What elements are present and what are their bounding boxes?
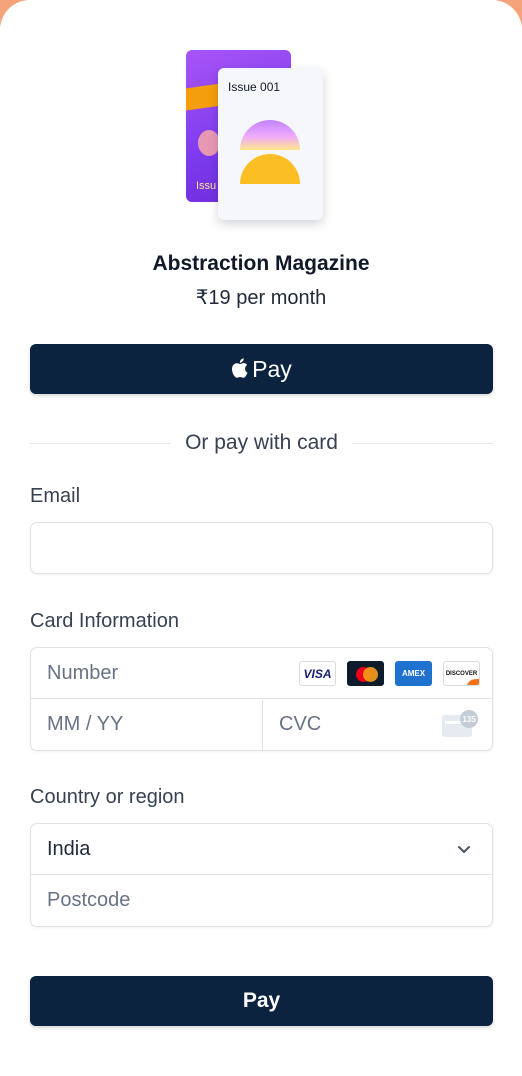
amex-icon: AMEX — [395, 661, 432, 686]
country-label: Country or region — [30, 786, 185, 808]
cvc-hint-badge: 135 — [460, 710, 478, 728]
card-information-label: Card Information — [30, 610, 179, 632]
postcode-field[interactable]: Postcode — [31, 876, 492, 927]
divider-line-left — [30, 442, 172, 444]
product-price: ₹19 per month — [195, 287, 327, 309]
discover-icon: DISCOVER — [443, 661, 480, 686]
front-cover: Issue 001 — [218, 68, 323, 220]
card-expiry-field[interactable]: MM / YY — [47, 713, 123, 736]
divider-text: Or pay with card — [185, 431, 338, 454]
card-cvc-field[interactable]: CVC — [279, 713, 321, 736]
checkout-sheet: Issu Issue 001 Abstraction Magazine ₹19 … — [0, 0, 522, 1076]
product-name: Abstraction Magazine — [152, 252, 370, 275]
cover-half-circle-bottom — [240, 154, 300, 184]
chevron-down-icon — [458, 846, 470, 853]
mastercard-icon — [347, 661, 384, 686]
card-number-field[interactable]: Number VISA AMEX DISCOVER — [31, 648, 492, 699]
product-image: Issu Issue 001 — [186, 50, 326, 222]
apple-pay-button[interactable]: Pay — [30, 344, 493, 394]
card-number-placeholder: Number — [47, 662, 119, 684]
divider-line-right — [351, 442, 494, 444]
cvc-card-icon: 135 — [442, 710, 478, 738]
pay-with-card-divider: Or pay with card — [30, 428, 494, 458]
apple-pay-label: Pay — [252, 355, 292, 382]
card-brands: VISA AMEX DISCOVER — [299, 661, 480, 686]
front-cover-label: Issue 001 — [228, 80, 281, 94]
card-expiry-cvc-row: MM / YY CVC 135 — [31, 700, 492, 751]
email-label: Email — [30, 485, 81, 507]
apple-logo-icon — [232, 357, 248, 378]
back-cover-label: Issu — [196, 180, 217, 192]
visa-icon: VISA — [299, 661, 336, 686]
address-group: India Postcode — [30, 823, 493, 927]
pay-button[interactable]: Pay — [30, 976, 493, 1026]
postcode-placeholder: Postcode — [47, 889, 131, 911]
cover-half-circle-top — [240, 120, 300, 150]
country-selected-value: India — [47, 838, 91, 860]
country-select[interactable]: India — [31, 824, 492, 875]
card-row-separator — [262, 700, 263, 751]
email-field[interactable] — [30, 522, 493, 574]
card-information-group: Number VISA AMEX DISCOVER MM / YY CVC 13… — [30, 647, 493, 751]
cover-dot — [198, 130, 220, 156]
